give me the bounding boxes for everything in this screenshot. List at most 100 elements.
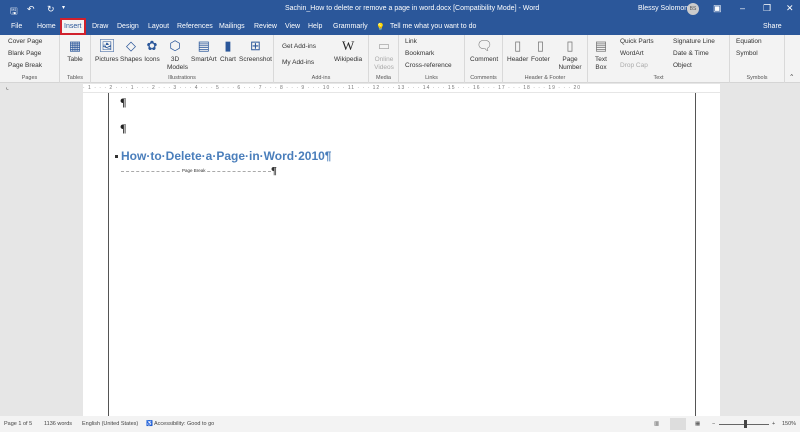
document-page[interactable]: ¶ ¶ How·to·Delete·a·Page·in·Word·2010¶ P… <box>83 93 720 416</box>
label: Icons <box>144 56 160 63</box>
page-break-button[interactable]: Page Break <box>8 62 42 69</box>
zoom-in-button[interactable]: + <box>772 421 775 427</box>
vertical-scrollbar[interactable] <box>792 93 800 416</box>
video-icon: ▭ <box>376 38 392 54</box>
language[interactable]: English (United States) <box>82 421 138 427</box>
tab-grammarly[interactable]: Grammarly <box>333 23 368 30</box>
print-layout-icon[interactable] <box>670 418 686 430</box>
object-button[interactable]: Object <box>673 62 692 69</box>
bookmark-button[interactable]: Bookmark <box>405 50 434 57</box>
header-button[interactable]: ▯Header <box>507 38 528 64</box>
page-break[interactable]: Page Break <box>121 171 271 172</box>
comment-button[interactable]: 🗨Comment <box>470 38 498 64</box>
link-button[interactable]: Link <box>405 38 417 45</box>
read-mode-icon[interactable]: ▥ <box>654 421 659 427</box>
tab-review[interactable]: Review <box>254 23 277 30</box>
tab-insert[interactable]: Insert <box>60 18 86 35</box>
group-addins: Get Add-ins My Add-ins WWikipedia Add-in… <box>274 35 369 83</box>
label: Screenshot <box>239 56 272 63</box>
web-layout-icon[interactable]: ▦ <box>695 421 700 427</box>
label: Comment <box>470 56 498 63</box>
group-label: Media <box>369 75 398 81</box>
wikipedia-button[interactable]: WWikipedia <box>334 38 362 64</box>
redo-icon[interactable]: ↻ <box>47 4 55 15</box>
avatar[interactable]: BS <box>687 3 699 15</box>
ruler-scale[interactable]: · 1 · · · 2 · · · 1 · · · 2 · · · 3 · · … <box>83 84 720 92</box>
tab-references[interactable]: References <box>177 23 213 30</box>
get-addins-button[interactable]: Get Add-ins <box>282 43 316 50</box>
tab-home[interactable]: Home <box>37 23 56 30</box>
smartart-icon: ▤ <box>196 38 212 54</box>
word-count[interactable]: 1136 words <box>44 421 72 427</box>
equation-button[interactable]: Equation <box>736 38 762 45</box>
my-addins-button[interactable]: My Add-ins <box>282 59 314 66</box>
group-tables: ▦Table Tables <box>60 35 91 83</box>
undo-icon[interactable]: ↶ <box>27 4 35 15</box>
text-box-button[interactable]: ▤Text Box <box>592 38 610 72</box>
zoom-level[interactable]: 150% <box>782 421 796 427</box>
group-text: ▤Text Box Quick Parts WordArt Drop Cap S… <box>588 35 730 83</box>
tab-mailings[interactable]: Mailings <box>219 23 245 30</box>
date-time-button[interactable]: Date & Time <box>673 50 709 57</box>
lightbulb-icon: 💡 <box>376 23 385 31</box>
label: Page Number <box>558 56 581 71</box>
screenshot-button[interactable]: ⊞Screenshot <box>239 38 272 64</box>
shapes-icon: ◇ <box>123 38 139 54</box>
tab-file[interactable]: File <box>11 23 22 30</box>
pictures-button[interactable]: 🖼Pictures <box>95 38 118 64</box>
close-button[interactable]: ✕ <box>786 3 794 14</box>
group-label: Illustrations <box>91 75 273 81</box>
signature-line-button[interactable]: Signature Line <box>673 38 715 45</box>
collapse-ribbon-icon[interactable]: ⌃ <box>789 73 794 81</box>
share-button[interactable]: Share <box>763 23 782 30</box>
zoom-out-button[interactable]: − <box>712 421 715 427</box>
tab-help[interactable]: Help <box>308 23 322 30</box>
chart-button[interactable]: ▮Chart <box>220 38 236 64</box>
table-button[interactable]: ▦Table <box>67 38 83 64</box>
horizontal-ruler[interactable]: ⌞ · 1 · · · 2 · · · 1 · · · 2 · · · 3 · … <box>0 83 800 93</box>
cross-reference-button[interactable]: Cross-reference <box>405 62 452 69</box>
footer-button[interactable]: ▯Footer <box>531 38 550 64</box>
minimize-button[interactable]: – <box>740 3 745 13</box>
text-box-icon: ▤ <box>593 38 609 54</box>
page-number-icon: ▯ <box>562 38 578 54</box>
group-pages: Cover Page Blank Page Page Break Pages <box>0 35 60 83</box>
tell-me-search[interactable]: Tell me what you want to do <box>390 23 476 30</box>
zoom-slider-thumb[interactable] <box>744 420 747 428</box>
label: 3D Models <box>167 56 188 71</box>
drop-cap-button[interactable]: Drop Cap <box>620 62 648 69</box>
document-heading[interactable]: How·to·Delete·a·Page·in·Word·2010¶ <box>121 149 331 163</box>
customize-qat-icon[interactable]: ▾ <box>62 4 65 11</box>
shapes-button[interactable]: ◇Shapes <box>120 38 142 64</box>
user-name[interactable]: Blessy Solomon <box>638 5 688 12</box>
tab-selector-icon[interactable]: ⌞ <box>6 84 9 91</box>
page-break-label: Page Break <box>181 168 207 173</box>
left-margin-line <box>108 93 109 416</box>
label: SmartArt <box>191 56 217 63</box>
online-videos-button[interactable]: ▭Online Videos <box>373 38 395 72</box>
group-label: Links <box>399 75 464 81</box>
blank-page-button[interactable]: Blank Page <box>8 50 41 57</box>
restore-button[interactable]: ❐ <box>763 3 771 14</box>
icons-button[interactable]: ✿ Icons <box>144 38 160 64</box>
3d-models-button[interactable]: ⬡3D Models <box>167 38 183 72</box>
accessibility-status[interactable]: Accessibility: Good to go <box>154 421 214 427</box>
paragraph-mark: ¶ <box>271 165 277 177</box>
wordart-button[interactable]: WordArt <box>620 50 644 57</box>
group-label: Add-ins <box>274 75 368 81</box>
quick-parts-button[interactable]: Quick Parts <box>620 38 654 45</box>
smartart-button[interactable]: ▤ SmartArt <box>191 38 217 64</box>
cover-page-button[interactable]: Cover Page <box>8 38 42 45</box>
tab-view[interactable]: View <box>285 23 300 30</box>
page-number-button[interactable]: ▯ Page Number <box>558 38 582 72</box>
icons-icon: ✿ <box>144 38 160 54</box>
paragraph-mark: ¶ <box>120 95 126 110</box>
symbol-button[interactable]: Symbol <box>736 50 758 57</box>
page-count[interactable]: Page 1 of 5 <box>4 421 32 427</box>
ribbon-display-icon[interactable]: ▣ <box>713 3 722 14</box>
group-header-footer: ▯Header ▯Footer ▯Page Number Header & Fo… <box>503 35 588 83</box>
tab-draw[interactable]: Draw <box>92 23 108 30</box>
tab-layout[interactable]: Layout <box>148 23 169 30</box>
tab-design[interactable]: Design <box>117 23 139 30</box>
group-label: Text <box>588 75 729 81</box>
